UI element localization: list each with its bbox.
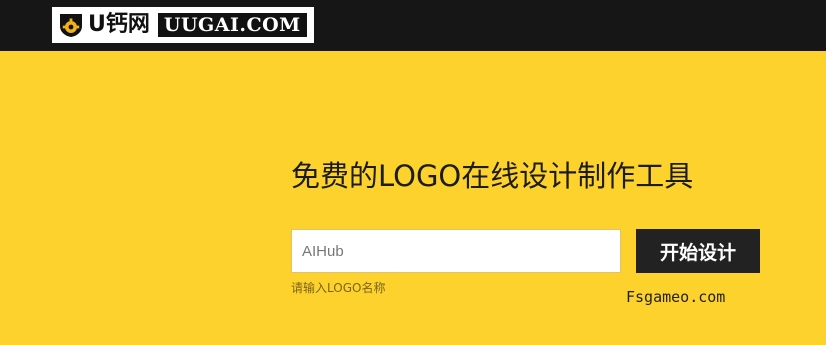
watermark-text: Fsgameo.com bbox=[626, 288, 726, 306]
top-bar: U钙网 UUGAI.COM bbox=[0, 0, 826, 51]
site-logo[interactable]: U钙网 UUGAI.COM bbox=[52, 7, 314, 43]
input-hint: 请输入LOGO名称 bbox=[291, 281, 386, 295]
shield-gear-icon bbox=[60, 14, 82, 37]
page-headline: 免费的LOGO在线设计制作工具 bbox=[291, 159, 694, 193]
logo-name-input[interactable] bbox=[291, 229, 621, 273]
logo-chinese-text: U钙网 bbox=[88, 12, 150, 37]
logo-domain-text: UUGAI.COM bbox=[157, 13, 307, 37]
start-design-button[interactable]: 开始设计 bbox=[636, 229, 760, 273]
